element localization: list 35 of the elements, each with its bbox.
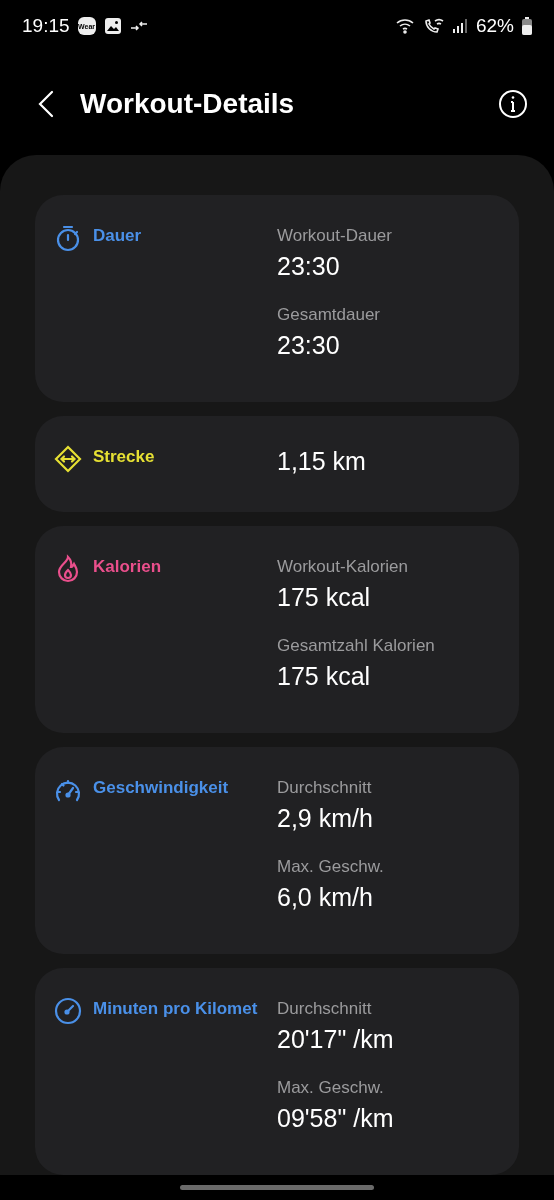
arrows-icon [129, 20, 148, 32]
metric-value: 1,15 km [277, 446, 366, 477]
metric-label: Max. Geschw. [277, 1077, 385, 1099]
home-handle[interactable] [180, 1185, 374, 1190]
metric-value: 6,0 km/h [277, 882, 374, 913]
card-title: Minuten pro Kilomet [93, 998, 258, 1020]
metric-label: Max. Geschw. [277, 856, 384, 878]
image-icon [103, 17, 122, 35]
page-title: Workout-Details [80, 87, 296, 120]
status-time: 19:15 [22, 15, 70, 37]
signal-icon [451, 18, 468, 34]
metric-value: 09'58" /km [277, 1103, 394, 1134]
wifi-icon [395, 18, 416, 34]
metric-label: Durchschnitt [277, 998, 373, 1020]
card-title: Strecke [93, 446, 155, 468]
metric-value: 23:30 [277, 330, 341, 361]
metric-label: Gesamtzahl Kalorien [277, 635, 435, 657]
battery-percentage: 62% [475, 15, 514, 37]
metric-value: 2,9 km/h [277, 803, 374, 834]
metric-label: Gesamtdauer [277, 304, 381, 326]
distance-icon [53, 444, 83, 474]
card-title: Geschwindigkeit [93, 777, 229, 799]
metric-value: 23:30 [277, 251, 341, 282]
metric-value: 20'17" /km [277, 1024, 394, 1055]
metric-label: Workout-Kalorien [277, 556, 410, 578]
card-title: Kalorien [93, 556, 162, 578]
info-button[interactable] [498, 88, 528, 119]
battery-icon [522, 17, 532, 35]
card-title: Dauer [93, 225, 142, 247]
gauge-icon [53, 996, 83, 1026]
metric-label: Durchschnitt [277, 777, 373, 799]
metric-value: 175 kcal [277, 661, 372, 692]
metric-label: Workout-Dauer [277, 225, 392, 247]
metric-value: 175 kcal [277, 582, 372, 613]
wifi-call-icon [423, 18, 444, 34]
